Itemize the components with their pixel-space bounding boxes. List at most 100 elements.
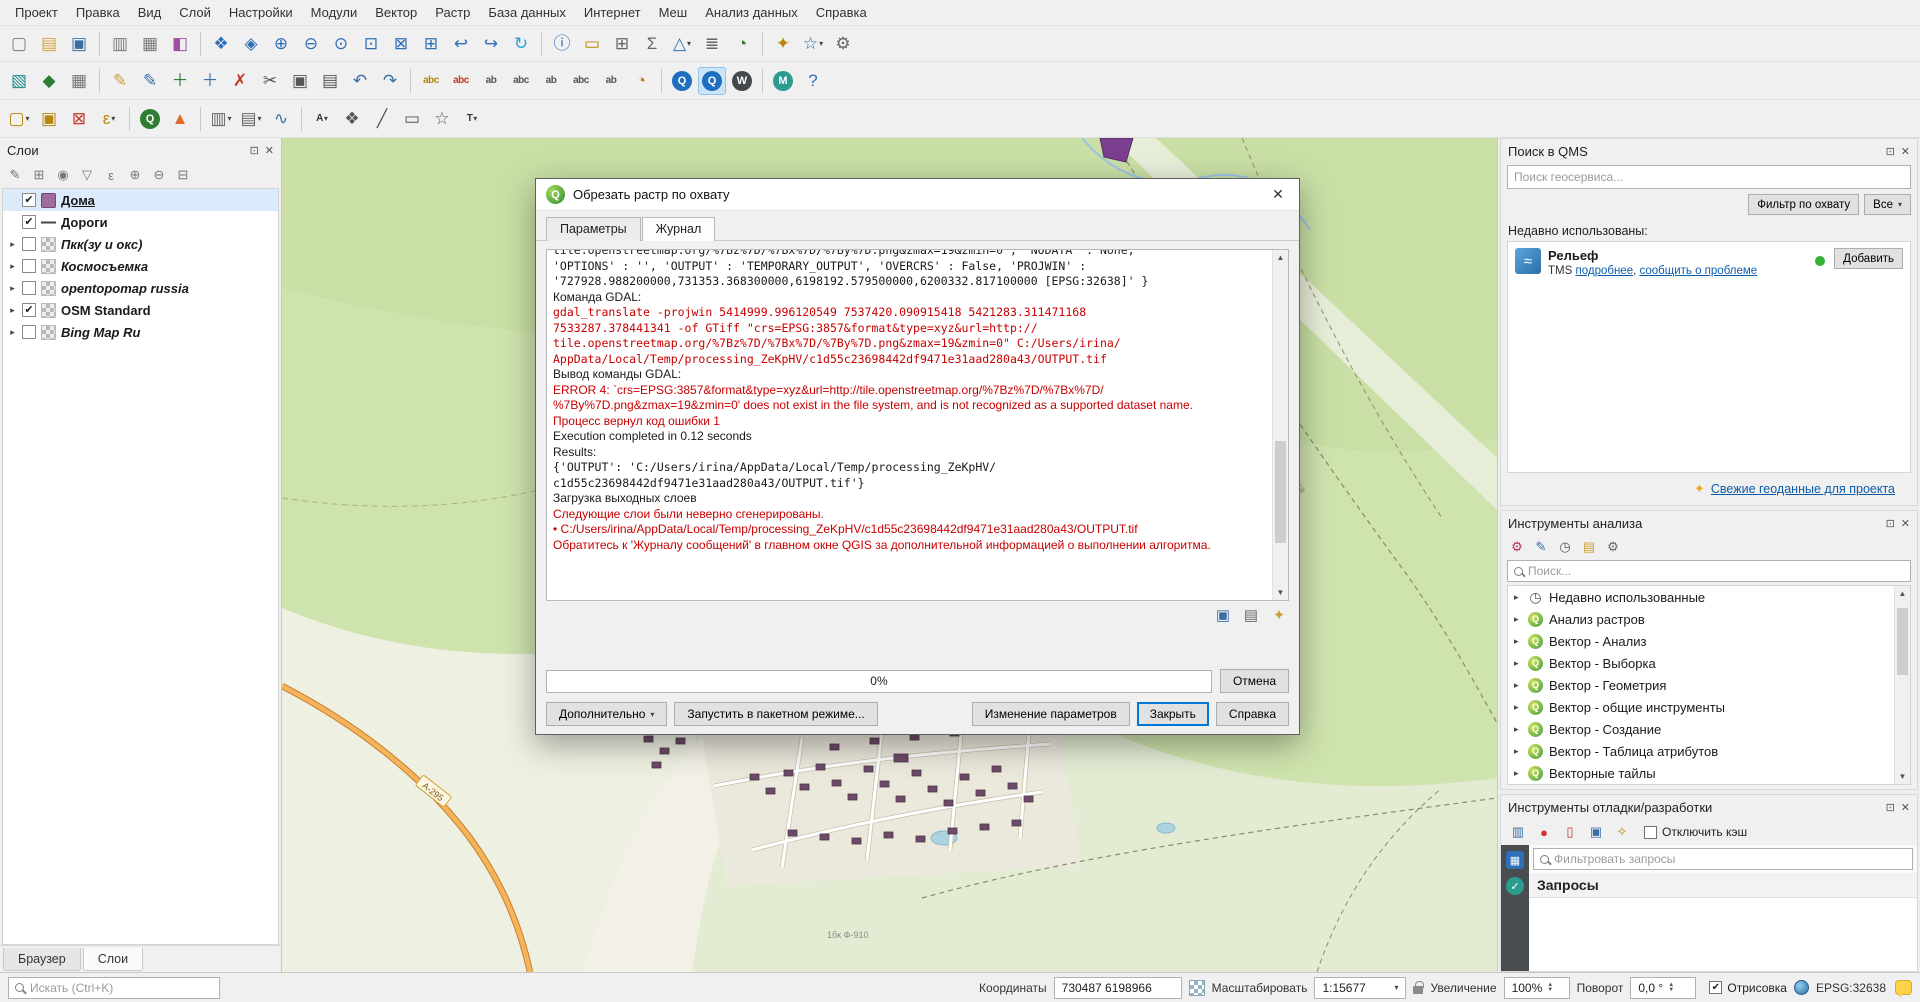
- menu-item[interactable]: Настройки: [220, 2, 302, 23]
- menu-item[interactable]: Интернет: [575, 2, 650, 23]
- scroll-up-icon[interactable]: ▲: [1895, 586, 1910, 601]
- undo-icon[interactable]: ↶: [346, 67, 374, 95]
- identify-features-icon[interactable]: ⓘ: [548, 30, 576, 58]
- clean-icon[interactable]: ✧: [1612, 822, 1632, 842]
- deselect-all-icon[interactable]: ⊠: [65, 105, 93, 133]
- messages-icon[interactable]: [1895, 980, 1912, 995]
- query-tab-icon[interactable]: ✓: [1506, 877, 1524, 895]
- change-parameters-button[interactable]: Изменение параметров: [972, 702, 1130, 726]
- menu-item[interactable]: Растр: [426, 2, 479, 23]
- layer-labeling-icon[interactable]: abc: [417, 67, 445, 95]
- panels-icon[interactable]: ▥: [1508, 822, 1528, 842]
- crs-globe-icon[interactable]: [1794, 980, 1809, 995]
- panel-float-icon[interactable]: ⊡: [1886, 801, 1895, 814]
- coordinates-input[interactable]: 730487 6198966: [1054, 977, 1182, 999]
- panel-close-icon[interactable]: ✕: [1901, 517, 1910, 530]
- magnifier-spinbox[interactable]: 100%▲▼: [1504, 977, 1570, 999]
- pan-map-icon[interactable]: ❖: [207, 30, 235, 58]
- panel-float-icon[interactable]: ⊡: [1886, 145, 1895, 158]
- project-new-icon[interactable]: ▢: [5, 30, 33, 58]
- tab-browser[interactable]: Браузер: [3, 948, 81, 971]
- layer-labeling-single-icon[interactable]: abc: [447, 67, 475, 95]
- project-open-icon[interactable]: ▤: [35, 30, 63, 58]
- close-button[interactable]: Закрыть: [1137, 702, 1209, 726]
- select-by-value-icon[interactable]: ▣: [35, 105, 63, 133]
- add-raster-layer-icon[interactable]: ▦: [65, 67, 93, 95]
- scale-combobox[interactable]: 1:15677▾: [1314, 977, 1406, 999]
- query-filter-box[interactable]: [1533, 848, 1913, 870]
- history-icon[interactable]: ◷: [1555, 537, 1575, 557]
- toolbox-item[interactable]: ▸QВектор - Анализ: [1508, 630, 1894, 652]
- expand-caret-icon[interactable]: ▸: [1514, 636, 1522, 647]
- project-save-icon[interactable]: ▣: [65, 30, 93, 58]
- layer-checkbox[interactable]: ✔: [22, 215, 36, 229]
- expand-all-icon[interactable]: ⊕: [124, 164, 146, 186]
- add-service-button[interactable]: Добавить: [1834, 248, 1903, 269]
- locator-search[interactable]: [8, 977, 220, 999]
- results-viewer-icon[interactable]: ▤: [1579, 537, 1599, 557]
- advanced-button[interactable]: Дополнительно▾: [546, 702, 667, 726]
- field-calculator-icon[interactable]: Σ: [638, 30, 666, 58]
- expand-caret-icon[interactable]: ▸: [1514, 592, 1522, 603]
- menu-item[interactable]: Слой: [170, 2, 220, 23]
- layout-manager-icon[interactable]: ▦: [136, 30, 164, 58]
- menu-item[interactable]: Меш: [650, 2, 697, 23]
- log-scrollbar[interactable]: ▲ ▼: [1272, 250, 1288, 600]
- save-log-icon[interactable]: ▣: [1213, 605, 1233, 625]
- pan-to-selection-icon[interactable]: ◈: [237, 30, 265, 58]
- expand-caret-icon[interactable]: ▸: [1514, 702, 1522, 713]
- zoom-native-icon[interactable]: ⊙: [327, 30, 355, 58]
- statistics-icon[interactable]: ≣: [698, 30, 726, 58]
- panel-close-icon[interactable]: ✕: [1901, 145, 1910, 158]
- options-icon[interactable]: ⚙: [1603, 537, 1623, 557]
- toolbox-item[interactable]: ▸QВектор - Таблица атрибутов: [1508, 740, 1894, 762]
- toolbox-item[interactable]: ▸◷Недавно использованные: [1508, 586, 1894, 608]
- add-vector-layer-icon[interactable]: ◆: [35, 67, 63, 95]
- qms-geosearch-icon[interactable]: Q: [668, 67, 696, 95]
- label-rotate-icon[interactable]: abc: [567, 67, 595, 95]
- quickosm-icon[interactable]: Q: [136, 105, 164, 133]
- spin-arrows-icon[interactable]: ▲▼: [1668, 983, 1674, 993]
- zoom-next-icon[interactable]: ↪: [477, 30, 505, 58]
- select-by-expression-icon[interactable]: ε▾: [95, 105, 123, 133]
- expand-caret-icon[interactable]: ▸: [1514, 768, 1522, 779]
- layer-row[interactable]: ✔Дороги: [3, 211, 278, 233]
- cancel-button[interactable]: Отмена: [1220, 669, 1289, 693]
- locator-input[interactable]: [30, 981, 213, 995]
- tab-log[interactable]: Журнал: [642, 217, 716, 241]
- layer-checkbox[interactable]: [22, 281, 36, 295]
- locator-settings-icon[interactable]: ⚙: [829, 30, 857, 58]
- layer-row[interactable]: ▸Космосъемка: [3, 255, 278, 277]
- raster-contrast-icon[interactable]: ▤▾: [237, 105, 265, 133]
- toolbox-item[interactable]: ▸QВектор - Геометрия: [1508, 674, 1894, 696]
- toolbox-item[interactable]: ▸QВектор - Выборка: [1508, 652, 1894, 674]
- disable-cache-checkbox[interactable]: Отключить кэш: [1644, 825, 1747, 839]
- toolbox-search-input[interactable]: [1528, 564, 1904, 578]
- menu-item[interactable]: Правка: [67, 2, 129, 23]
- measure-icon[interactable]: △▾: [668, 30, 696, 58]
- tab-layers[interactable]: Слои: [83, 948, 143, 971]
- layer-row[interactable]: ▸opentopomap russia: [3, 277, 278, 299]
- layer-row[interactable]: ▸Пкк(зу и окс): [3, 233, 278, 255]
- select-features-icon[interactable]: ▭: [578, 30, 606, 58]
- expand-caret-icon[interactable]: ▸: [8, 283, 17, 294]
- toolbox-item[interactable]: ▸QВектор - общие инструменты: [1508, 696, 1894, 718]
- menu-item[interactable]: Анализ данных: [696, 2, 807, 23]
- scripts-icon[interactable]: ✎: [1531, 537, 1551, 557]
- menu-item[interactable]: Модули: [302, 2, 367, 23]
- map-canvas[interactable]: А-295 1бк Ф-910 Лыжная трасса Обрезать р…: [282, 138, 1497, 972]
- remove-layer-icon[interactable]: ⊟: [172, 164, 194, 186]
- zoom-out-icon[interactable]: ⊖: [297, 30, 325, 58]
- scrollbar-thumb[interactable]: [1275, 441, 1286, 543]
- delete-selected-icon[interactable]: ✗: [226, 67, 254, 95]
- scrollbar-track[interactable]: [1273, 265, 1288, 585]
- refresh-map-icon[interactable]: ↻: [507, 30, 535, 58]
- menu-item[interactable]: База данных: [479, 2, 574, 23]
- label-show-hide-icon[interactable]: abc: [507, 67, 535, 95]
- filter-by-extent-button[interactable]: Фильтр по охвату: [1748, 194, 1859, 215]
- add-feature-icon[interactable]: ＋: [166, 67, 194, 95]
- vertex-tool-icon[interactable]: ＋: [196, 67, 224, 95]
- zoom-in-icon[interactable]: ⊕: [267, 30, 295, 58]
- open-attribute-table-icon[interactable]: ⊞: [608, 30, 636, 58]
- toolbox-item[interactable]: ▸QАнализ растров: [1508, 608, 1894, 630]
